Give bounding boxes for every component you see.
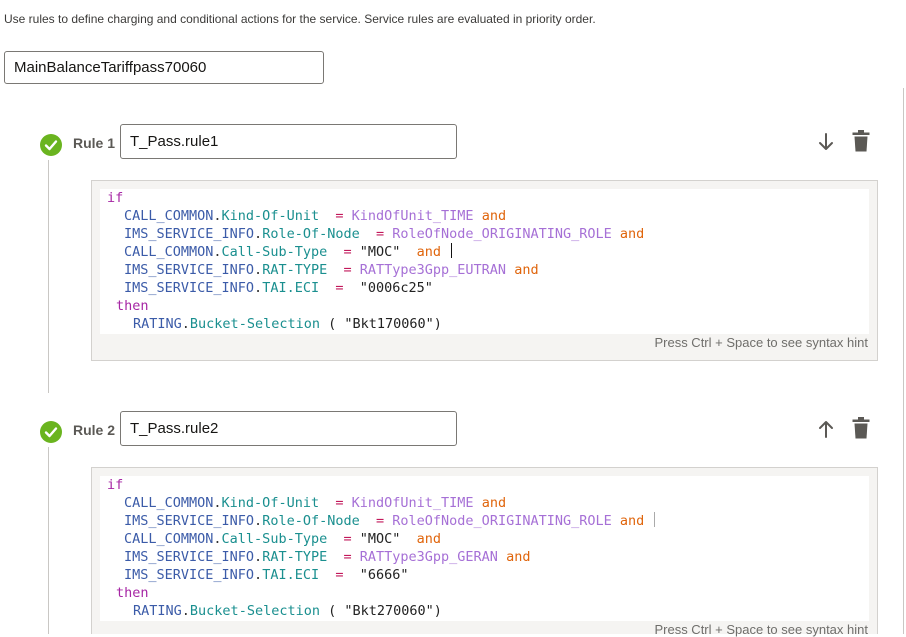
value-token: RoleOfNode_ORIGINATING_ROLE — [392, 513, 612, 529]
attribute-token: TAI.ECI — [262, 567, 320, 583]
rule-2-code-editor[interactable]: if CALL_COMMON.Kind-Of-Unit = KindOfUnit_… — [91, 467, 878, 637]
entity-token: CALL_COMMON — [124, 244, 214, 260]
and-token: and — [506, 549, 531, 565]
if-keyword: if — [107, 477, 124, 493]
operator-token: = — [335, 280, 344, 296]
value-token: RATType3Gpp_EUTRAN — [359, 262, 507, 278]
text-cursor — [654, 512, 656, 527]
entity-token: IMS_SERVICE_INFO — [124, 567, 255, 583]
then-keyword: then — [116, 298, 149, 314]
rule-1-connector-line — [48, 160, 49, 393]
and-token: and — [514, 262, 539, 278]
value-token: RATType3Gpp_GERAN — [359, 549, 498, 565]
rule-2-delete-trash-icon[interactable] — [851, 416, 873, 440]
rule-1-delete-trash-icon[interactable] — [851, 129, 873, 153]
intro-text: Use rules to define charging and conditi… — [4, 12, 596, 26]
attribute-token: Call-Sub-Type — [221, 244, 328, 260]
rule-2-valid-check-icon — [40, 421, 62, 443]
rule-2-name-input[interactable] — [120, 411, 457, 446]
attribute-token: Role-Of-Node — [262, 226, 360, 242]
operator-token: = — [343, 549, 352, 565]
operator-token: = — [335, 208, 344, 224]
value-token: "MOC" — [359, 531, 401, 547]
value-token: KindOfUnit_TIME — [351, 208, 474, 224]
attribute-token: Bucket-Selection — [189, 603, 320, 619]
operator-token: = — [343, 531, 352, 547]
rule-2-syntax-hint: Press Ctrl + Space to see syntax hint — [654, 622, 868, 637]
value-token: "MOC" — [359, 244, 401, 260]
value-token: KindOfUnit_TIME — [351, 495, 474, 511]
entity-token: IMS_SERVICE_INFO — [124, 280, 255, 296]
operator-token: = — [376, 513, 385, 529]
rule-1-code[interactable]: if CALL_COMMON.Kind-Of-Unit = KindOfUnit_… — [100, 189, 869, 334]
arrow-up-icon[interactable] — [815, 417, 837, 441]
attribute-token: Bucket-Selection — [189, 316, 320, 332]
then-keyword: then — [116, 585, 149, 601]
rule-1-name-input[interactable] — [120, 124, 457, 159]
and-token: and — [481, 495, 507, 511]
rule-1-syntax-hint: Press Ctrl + Space to see syntax hint — [654, 335, 868, 350]
operator-token: = — [376, 226, 385, 242]
and-token: and — [619, 226, 645, 242]
rule-1-label: Rule 1 — [73, 135, 116, 151]
text-cursor — [451, 243, 453, 258]
if-keyword: if — [107, 190, 124, 206]
attribute-token: Kind-Of-Unit — [221, 495, 320, 511]
attribute-token: RAT-TYPE — [262, 262, 328, 278]
service-name-input[interactable] — [4, 51, 324, 84]
entity-token: IMS_SERVICE_INFO — [124, 513, 255, 529]
attribute-token: Kind-Of-Unit — [221, 208, 320, 224]
action-argument: ( "Bkt170060") — [328, 316, 442, 332]
value-token: "6666" — [359, 567, 409, 583]
operator-token: = — [335, 495, 344, 511]
operator-token: = — [343, 262, 352, 278]
attribute-token: Role-Of-Node — [262, 513, 360, 529]
entity-token: RATING — [133, 603, 182, 619]
value-token: RoleOfNode_ORIGINATING_ROLE — [392, 226, 612, 242]
entity-token: CALL_COMMON — [124, 208, 214, 224]
and-token: and — [416, 531, 442, 547]
attribute-token: TAI.ECI — [262, 280, 320, 296]
entity-token: CALL_COMMON — [124, 495, 214, 511]
entity-token: RATING — [133, 316, 182, 332]
rule-1-valid-check-icon — [40, 134, 62, 156]
operator-token: = — [343, 244, 352, 260]
rule-1-code-editor[interactable]: if CALL_COMMON.Kind-Of-Unit = KindOfUnit_… — [91, 180, 878, 361]
attribute-token: RAT-TYPE — [262, 549, 328, 565]
entity-token: IMS_SERVICE_INFO — [124, 549, 255, 565]
attribute-token: Call-Sub-Type — [221, 531, 328, 547]
entity-token: IMS_SERVICE_INFO — [124, 226, 255, 242]
action-argument: ( "Bkt270060") — [328, 603, 442, 619]
arrow-down-icon[interactable] — [815, 130, 837, 154]
and-token: and — [416, 244, 442, 260]
operator-token: = — [335, 567, 344, 583]
panel-divider — [903, 88, 904, 634]
entity-token: CALL_COMMON — [124, 531, 214, 547]
and-token: and — [481, 208, 507, 224]
entity-token: IMS_SERVICE_INFO — [124, 262, 255, 278]
rule-2-label: Rule 2 — [73, 422, 116, 438]
rule-2-code[interactable]: if CALL_COMMON.Kind-Of-Unit = KindOfUnit_… — [100, 476, 869, 621]
and-token: and — [619, 513, 645, 529]
rule-2-connector-line — [48, 447, 49, 634]
value-token: "0006c25" — [359, 280, 433, 296]
